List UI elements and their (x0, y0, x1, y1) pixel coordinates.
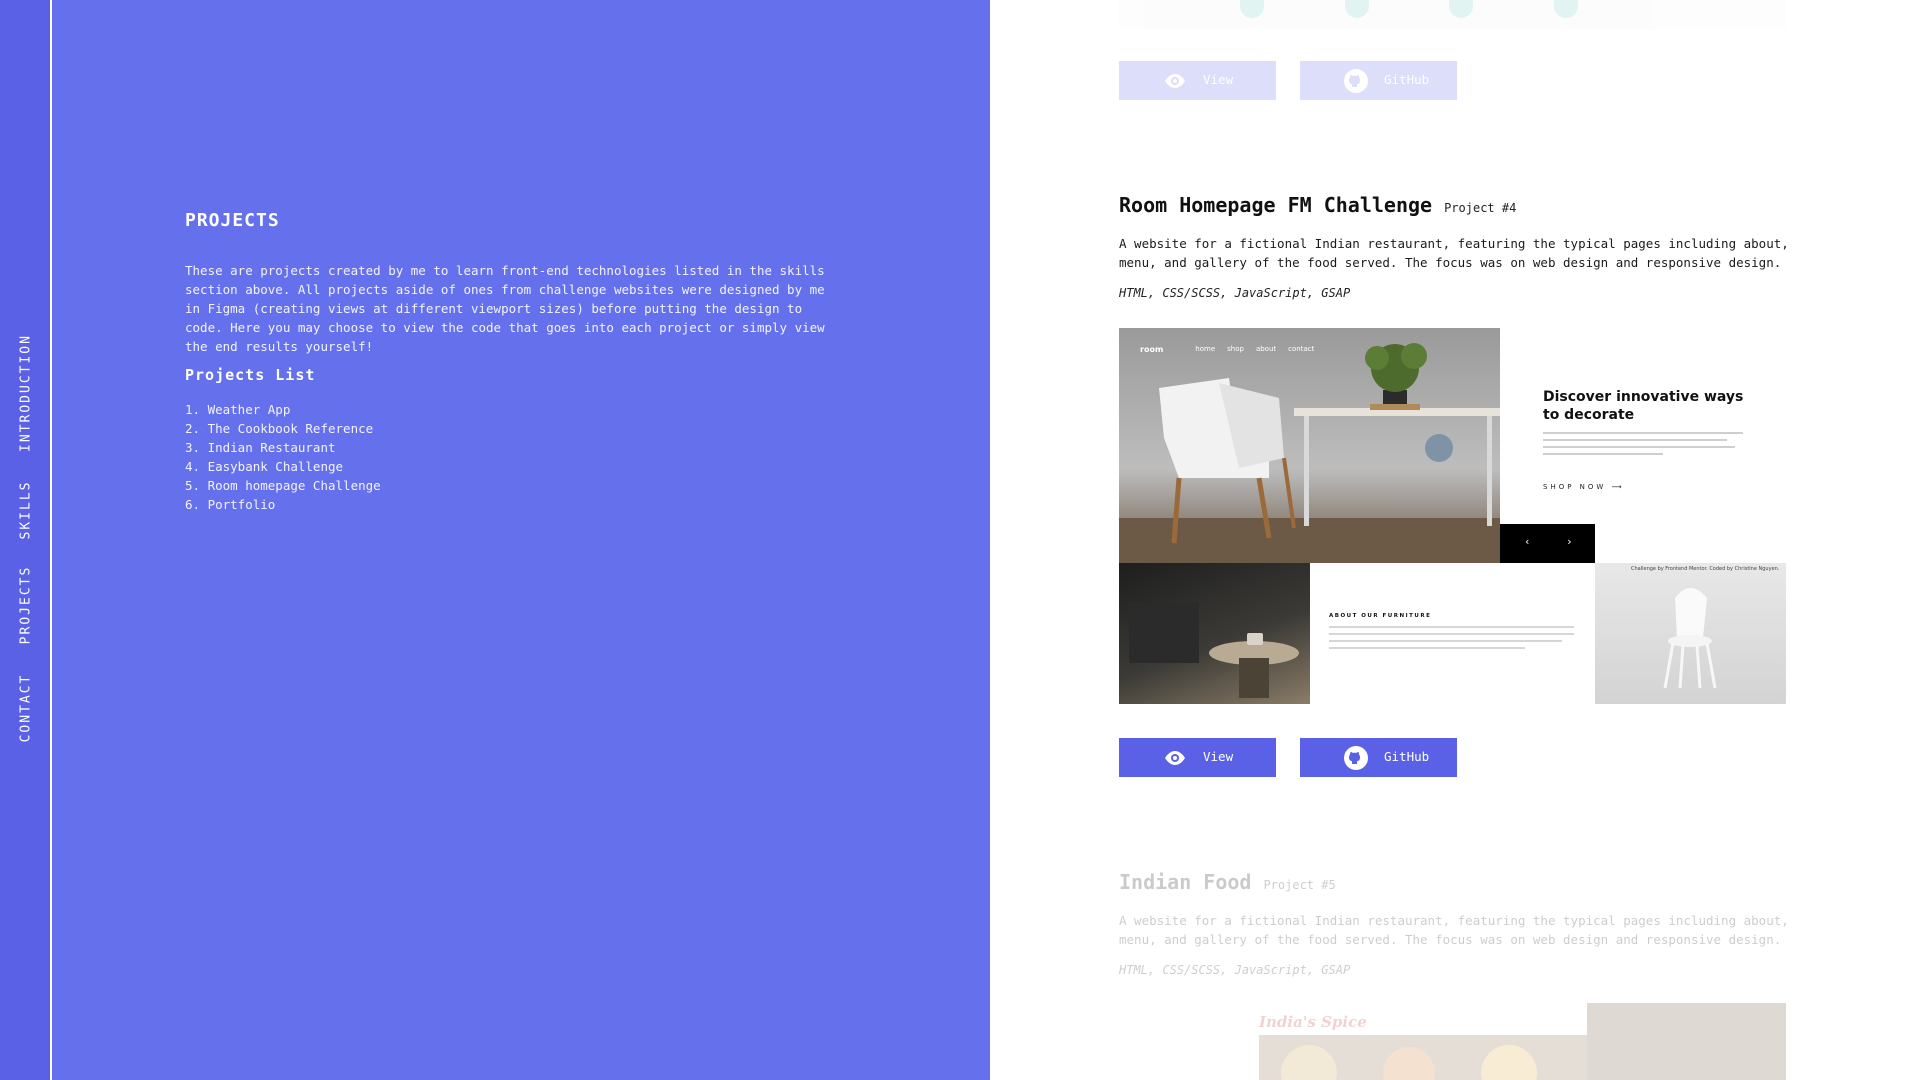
projects-list-item[interactable]: 3. Indian Restaurant (185, 438, 381, 457)
project-description: A website for a fictional Indian restaur… (1119, 236, 1789, 270)
previous-view-button[interactable]: View (1119, 61, 1276, 100)
github-button-label: GitHub (1384, 749, 1430, 764)
nav-skills-label: SKILLS (18, 480, 33, 540)
next-project-header: Indian Food Project #5 (1119, 870, 1336, 894)
eye-icon (1165, 751, 1185, 765)
project-title: Room Homepage FM Challenge (1119, 193, 1433, 217)
next-project-title: Indian Food (1119, 870, 1252, 894)
next-project-logo: India's Spice (1259, 1013, 1367, 1031)
mockup-dark-interior-image (1119, 563, 1310, 704)
next-project-number: Project #5 (1263, 878, 1336, 892)
projects-list-item[interactable]: 6. Portfolio (185, 495, 381, 514)
weather-icon (1240, 0, 1264, 18)
view-button[interactable]: View (1119, 738, 1276, 777)
mockup-about-section: ABOUT OUR FURNITURE (1310, 563, 1595, 704)
nav-skills[interactable]: SKILLS (0, 475, 51, 545)
mockup-nav-item: shop (1227, 345, 1244, 353)
project-header: Room Homepage FM Challenge Project #4 (1119, 193, 1516, 217)
previous-github-button[interactable]: GitHub (1300, 61, 1457, 100)
projects-list-item[interactable]: 2. The Cookbook Reference (185, 419, 381, 438)
mockup-slider-arrows: ‹ › (1500, 524, 1595, 563)
armchair-illustration (1129, 603, 1299, 698)
mockup-about-title: ABOUT OUR FURNITURE (1329, 613, 1432, 619)
view-button-label: View (1203, 749, 1234, 764)
mockup-paragraph (1543, 432, 1743, 462)
white-chair-illustration (1663, 588, 1717, 689)
projects-intro-panel: PROJECTS These are projects created by m… (52, 0, 990, 1080)
chevron-right-icon: › (1566, 535, 1573, 548)
project-tech-stack: HTML, CSS/SCSS, JavaScript, GSAP (1119, 286, 1351, 300)
side-nav: INTRODUCTION SKILLS PROJECTS CONTACT (0, 0, 51, 1080)
mockup-hero-image: room home shop about contact (1119, 328, 1500, 563)
mockup-credit: Challenge by Frontend Mentor. Coded by C… (1631, 566, 1780, 572)
mockup-nav-item: contact (1288, 345, 1315, 353)
nav-contact-label: CONTACT (18, 673, 33, 743)
nav-introduction-label: INTRODUCTION (18, 334, 33, 452)
view-button-label: View (1203, 72, 1234, 87)
projects-list-item[interactable]: 4. Easybank Challenge (185, 457, 381, 476)
weather-icon (1449, 0, 1473, 18)
nav-projects-label: PROJECTS (18, 565, 33, 645)
section-description: These are projects created by me to lear… (185, 263, 825, 354)
next-project-tech-stack: HTML, CSS/SCSS, JavaScript, GSAP (1119, 963, 1351, 977)
weather-icon (1345, 0, 1369, 18)
project-number: Project #4 (1444, 201, 1517, 215)
github-button[interactable]: GitHub (1300, 738, 1457, 777)
github-icon (1344, 746, 1368, 770)
nav-contact[interactable]: CONTACT (0, 668, 51, 748)
previous-project-preview (1119, 0, 1786, 29)
mockup-about-paragraph (1329, 626, 1574, 654)
projects-list-item[interactable]: 5. Room homepage Challenge (185, 476, 381, 495)
projects-list-title: Projects List (185, 366, 316, 384)
section-title: PROJECTS (185, 210, 280, 231)
github-icon (1344, 69, 1368, 93)
projects-content: View GitHub Room Homepage FM Challenge P… (990, 0, 1920, 1080)
indian-food-illustration (1259, 1003, 1786, 1080)
project-screenshot: room home shop about contact Discover in… (1119, 328, 1786, 704)
mockup-shop-link: SHOP NOW ⟶ (1543, 483, 1625, 491)
weather-icon (1554, 0, 1578, 18)
chevron-left-icon: ‹ (1524, 535, 1531, 548)
mockup-logo: room (1140, 345, 1164, 354)
mockup-nav-item: home (1195, 345, 1216, 353)
chair-table-illustration (1119, 343, 1500, 563)
eye-icon (1165, 74, 1185, 88)
nav-introduction[interactable]: INTRODUCTION (0, 334, 51, 452)
mockup-nav: room home shop about contact (1140, 345, 1314, 354)
mockup-nav-item: about (1255, 345, 1277, 353)
next-project-description: A website for a fictional Indian restaur… (1119, 913, 1789, 947)
projects-list-item[interactable]: 1. Weather App (185, 400, 381, 419)
mockup-headline: Discover innovative ways to decorate (1543, 389, 1744, 423)
projects-list: 1. Weather App 2. The Cookbook Reference… (185, 400, 381, 514)
next-project-screenshot: India's Spice (1119, 1003, 1786, 1080)
mockup-light-chair-image: Challenge by Frontend Mentor. Coded by C… (1595, 563, 1786, 704)
github-button-label: GitHub (1384, 72, 1430, 87)
nav-projects[interactable]: PROJECTS (0, 565, 51, 645)
